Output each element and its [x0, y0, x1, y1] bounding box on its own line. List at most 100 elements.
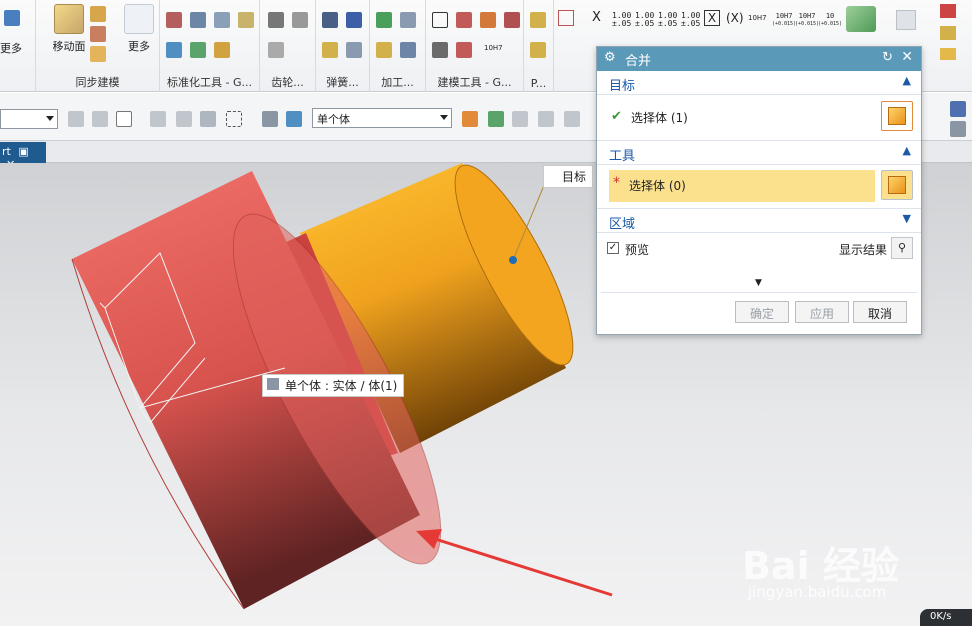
cancel-button[interactable]: 取消	[853, 301, 907, 323]
filter-icon[interactable]	[68, 111, 84, 127]
snap-icon[interactable]	[200, 111, 216, 127]
layers-icon[interactable]	[190, 12, 206, 28]
filter-icon[interactable]	[92, 111, 108, 127]
selection-scope-combo[interactable]: 单个体	[312, 108, 452, 128]
triangle-icon[interactable]	[432, 12, 448, 28]
body-tooltip: 单个体 : 实体 / 体(1)	[262, 374, 405, 397]
part-icon[interactable]	[530, 42, 546, 58]
line-icon[interactable]	[538, 111, 554, 127]
x-mark-icon[interactable]: X	[592, 10, 601, 25]
ref-dim-button[interactable]: (X)	[726, 11, 744, 25]
face-icon[interactable]	[90, 26, 106, 42]
fit-label[interactable]: 10H7	[484, 44, 503, 52]
gear-icon[interactable]	[166, 42, 182, 58]
target-select-row[interactable]: ✔ 选择体 (1)	[597, 95, 921, 141]
move-face-button[interactable]: 移动面	[42, 4, 96, 54]
tolerance-button[interactable]: 1.00 ±.05	[635, 12, 654, 28]
region-section-header[interactable]: 区域 ▼	[597, 209, 921, 233]
box-select-icon[interactable]	[226, 111, 242, 127]
tool-icon[interactable]	[4, 10, 20, 26]
snap-icon[interactable]	[150, 111, 166, 127]
dialog-title-bar[interactable]: ⚙ 合并 ↻ ✕	[597, 47, 921, 71]
stack-icon[interactable]	[214, 12, 230, 28]
tolerance-button[interactable]: 1.00 ±.05	[612, 12, 631, 28]
target-point[interactable]	[509, 256, 517, 264]
sheet-icon[interactable]	[896, 10, 916, 30]
more-button[interactable]: 更多	[112, 4, 166, 54]
part-icon[interactable]	[400, 12, 416, 28]
cube-icon[interactable]	[286, 111, 302, 127]
more-options-toggle[interactable]: ▼	[755, 278, 762, 288]
face-icon[interactable]	[462, 111, 478, 127]
chevron-up-icon[interactable]: ▲	[903, 74, 911, 87]
dimension-icon[interactable]	[558, 10, 574, 26]
wrench-icon[interactable]	[190, 42, 206, 58]
tool-select-highlight[interactable]: * 选择体 (0)	[609, 170, 875, 202]
ok-button[interactable]: 确定	[735, 301, 789, 323]
chevron-up-icon[interactable]: ▲	[903, 144, 911, 157]
sheet-icon[interactable]	[432, 42, 448, 58]
fit-button[interactable]: 10H7	[748, 14, 767, 22]
fit-button[interactable]: 10 (+0.015)	[818, 12, 842, 28]
face-icon[interactable]	[90, 46, 106, 62]
pencil-icon[interactable]	[456, 42, 472, 58]
snap-icon[interactable]	[116, 111, 132, 127]
tool-body-button[interactable]	[881, 170, 913, 200]
grid-icon[interactable]	[166, 12, 182, 28]
target-tag[interactable]: 目标	[543, 165, 594, 188]
grid-icon[interactable]	[950, 101, 966, 117]
tool-icon[interactable]	[238, 12, 254, 28]
part-icon[interactable]	[940, 48, 956, 60]
more-label: 更多	[128, 40, 150, 53]
gear-icon[interactable]	[268, 42, 284, 58]
part-icon[interactable]	[214, 42, 230, 58]
face-icon[interactable]	[90, 6, 106, 22]
preview-checkbox[interactable]: ✓	[607, 242, 619, 254]
tool-icon[interactable]	[950, 121, 966, 137]
tolerance-button[interactable]: 1.00 ±.05	[658, 12, 677, 28]
spring-icon[interactable]	[322, 12, 338, 28]
group-label: 齿轮...	[271, 76, 304, 89]
ribbon-group-std: 标准化工具 - G...	[160, 0, 260, 92]
chevron-down-icon[interactable]: ▼	[903, 212, 911, 225]
flag-icon[interactable]	[940, 4, 956, 18]
tool-select-row[interactable]: * 选择体 (0)	[597, 165, 921, 209]
fit-button[interactable]: 10H7 (+0.015)	[772, 12, 796, 28]
part-icon[interactable]	[376, 42, 392, 58]
part-icon[interactable]	[400, 42, 416, 58]
part-icon[interactable]	[940, 26, 956, 40]
basic-dim-button[interactable]: X	[704, 10, 720, 26]
tool-section-header[interactable]: 工具 ▲	[597, 141, 921, 165]
target-body-button[interactable]	[881, 101, 913, 131]
sheet-icon[interactable]	[456, 12, 472, 28]
type-filter-combo[interactable]	[0, 109, 58, 129]
gear-icon[interactable]	[268, 12, 284, 28]
close-icon[interactable]: ✕	[901, 49, 913, 65]
body-icon[interactable]	[262, 111, 278, 127]
magnifier-icon[interactable]: ⚲	[891, 237, 913, 259]
fit-button[interactable]: 10H7 (+0.015)	[795, 12, 819, 28]
snap-icon[interactable]	[512, 111, 528, 127]
tolerance-button[interactable]: 1.00 ±.05	[681, 12, 700, 28]
target-section-header[interactable]: 目标 ▲	[597, 71, 921, 95]
surface-icon[interactable]	[846, 6, 876, 32]
apply-button[interactable]: 应用	[795, 301, 849, 323]
snap-icon[interactable]	[176, 111, 192, 127]
line-icon[interactable]	[564, 111, 580, 127]
cube-icon	[888, 107, 906, 125]
pen-icon[interactable]	[346, 12, 362, 28]
reset-icon[interactable]: ↻	[882, 50, 893, 65]
more-left-button[interactable]: 更多	[0, 40, 22, 56]
gear-icon[interactable]	[292, 12, 308, 28]
gear-icon[interactable]: ⚙	[604, 50, 616, 65]
document-tab[interactable]: rt ▣ ✕	[0, 142, 46, 171]
check-icon[interactable]	[376, 12, 392, 28]
part-icon[interactable]	[530, 12, 546, 28]
arrow-right-icon[interactable]	[488, 111, 504, 127]
coil-icon[interactable]	[322, 42, 338, 58]
group-label: 加工...	[381, 76, 414, 89]
gear-icon[interactable]	[504, 12, 520, 28]
spring-icon[interactable]	[346, 42, 362, 58]
target-section-title: 目标	[609, 79, 636, 94]
gear-icon[interactable]	[480, 12, 496, 28]
